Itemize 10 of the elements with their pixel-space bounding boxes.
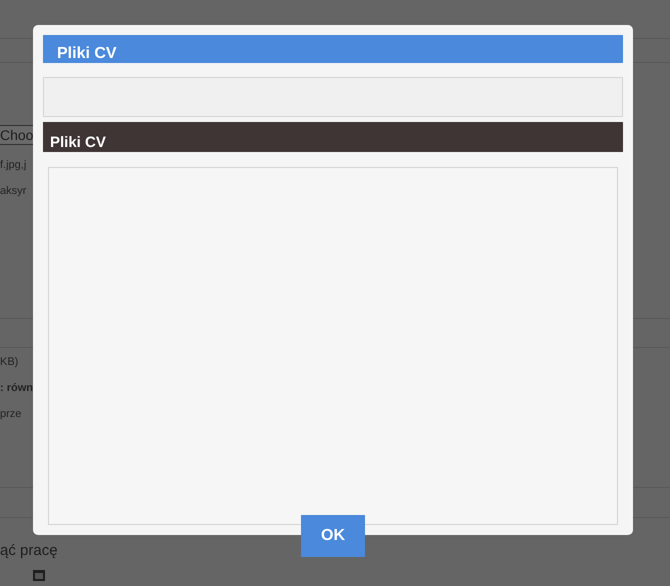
dialog-title: Pliki CV [43,35,623,63]
calendar-icon[interactable] [33,569,45,581]
section-header: Pliki CV [43,122,623,152]
info-text: prze [0,408,22,420]
info-text: f.jpg,j [0,159,26,171]
label-text: ąć pracę [0,542,58,559]
info-text: aksyr [0,185,26,197]
ok-button[interactable]: OK [301,515,365,557]
label-text: : równ [0,382,33,394]
info-text: KB) [0,356,18,368]
